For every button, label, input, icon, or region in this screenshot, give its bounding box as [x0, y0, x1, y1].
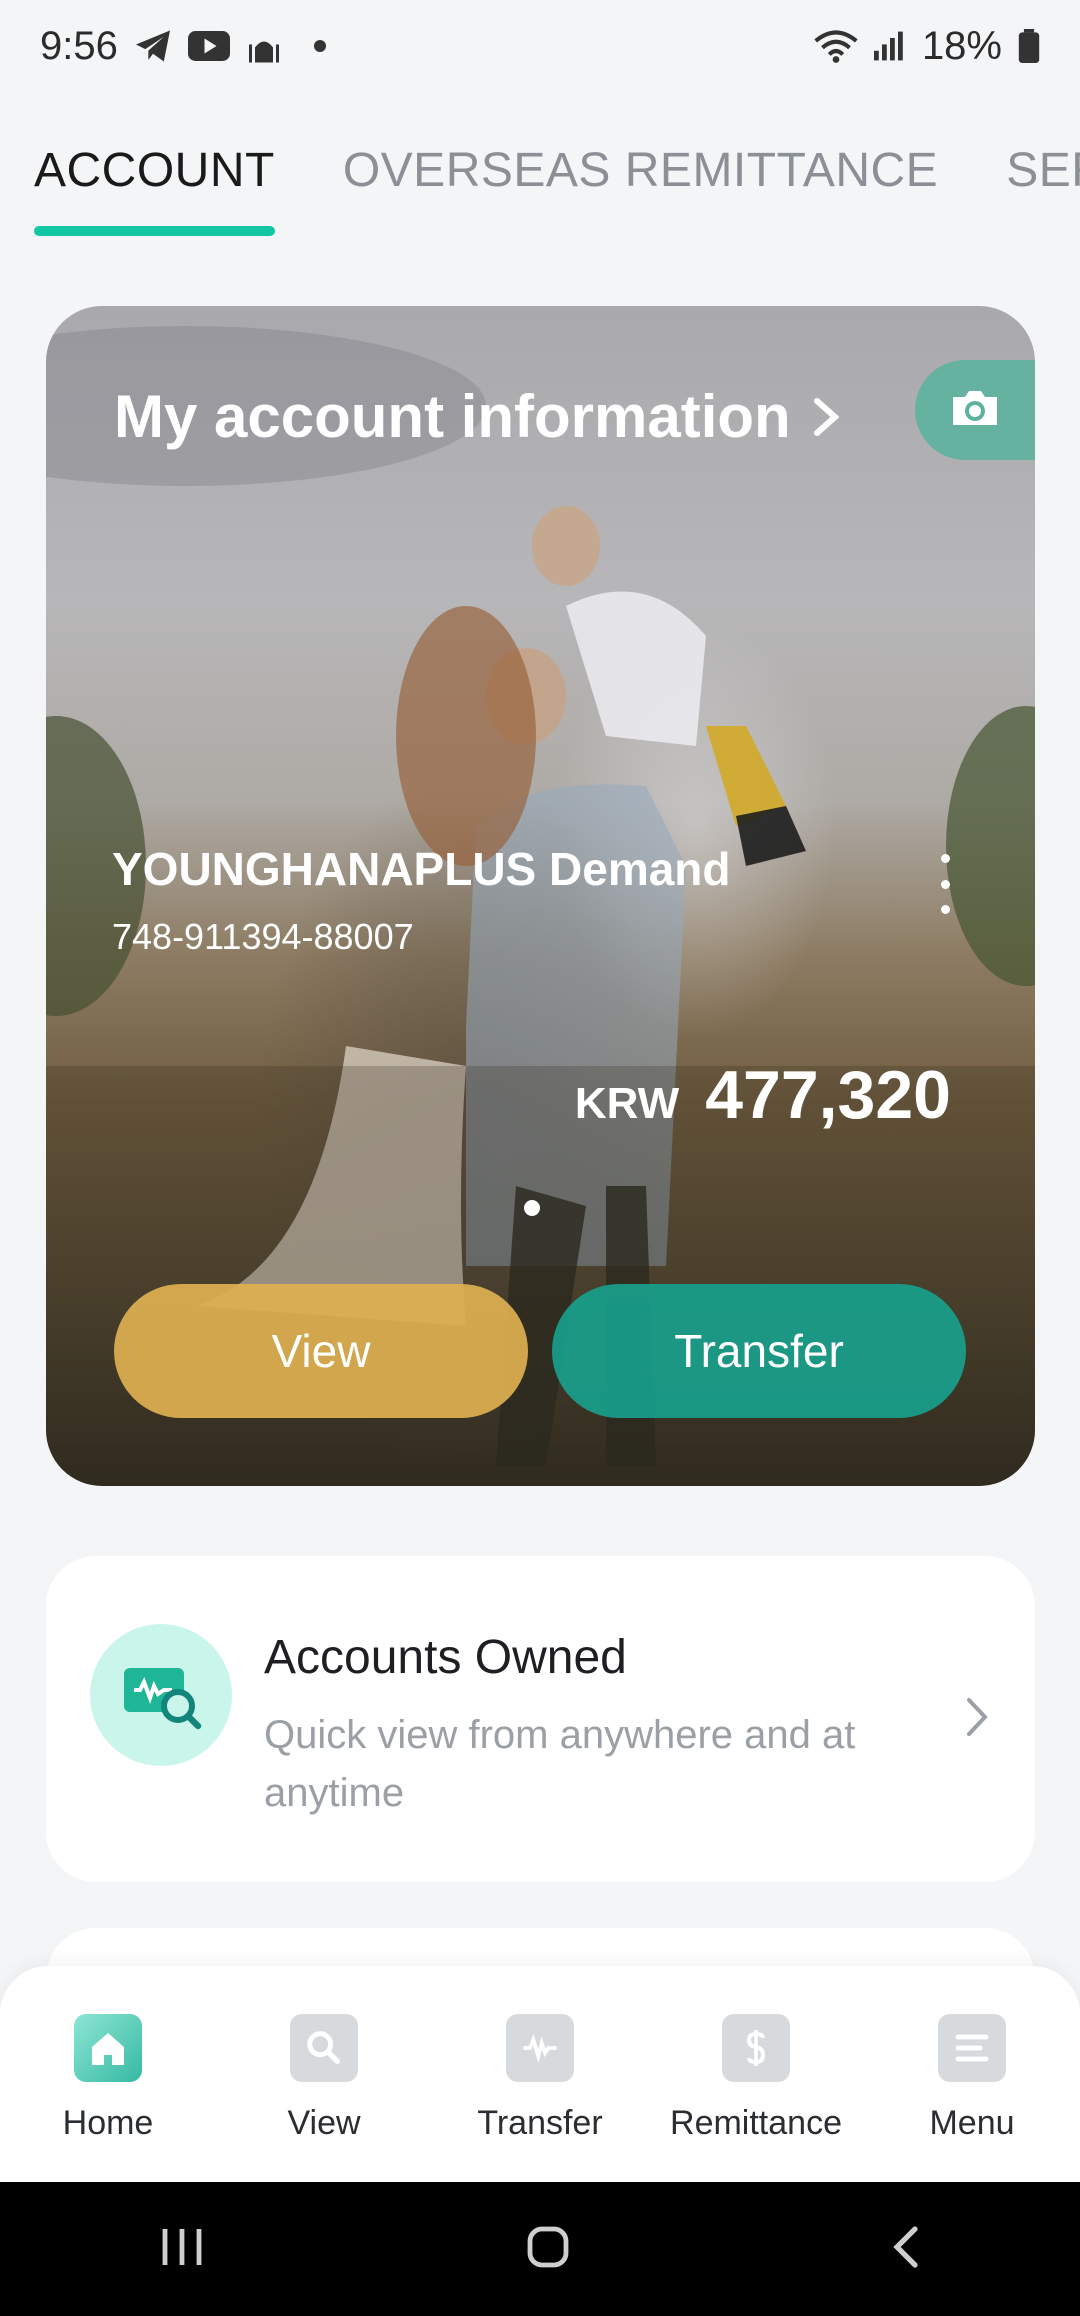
status-left: 9:56 [40, 24, 326, 69]
menu-icon [938, 2014, 1006, 2082]
system-navigation-bar [0, 2182, 1080, 2316]
nav-home[interactable]: Home [8, 2014, 208, 2182]
camera-icon [949, 387, 1001, 434]
tab-service[interactable]: SERVICE [1006, 130, 1080, 238]
nav-remittance-label: Remittance [670, 2104, 842, 2142]
carousel-indicator [524, 1200, 540, 1216]
nav-home-label: Home [62, 2104, 154, 2142]
status-bar: 9:56 18% [0, 0, 1080, 92]
account-info-link[interactable]: My account information [114, 382, 840, 451]
youtube-icon [187, 31, 230, 61]
notification-dot [313, 40, 326, 52]
home-icon [74, 2014, 142, 2082]
account-number: 748-911394-88007 [112, 916, 414, 957]
battery-icon [1018, 29, 1040, 63]
accounts-search-icon [90, 1624, 232, 1766]
camera-button[interactable] [915, 360, 1035, 460]
nav-menu[interactable]: Menu [872, 2014, 1072, 2182]
tab-overseas-remittance[interactable]: OVERSEAS REMITTANCE [343, 130, 938, 238]
nav-menu-label: Menu [929, 2104, 1015, 2142]
balance: KRW 477,320 [575, 1056, 951, 1134]
bottom-navigation: Home View Transfer Remittance Menu [0, 1966, 1080, 2182]
account-hero-card: My account information YOUNGHANAPLUS Dem… [46, 306, 1035, 1486]
recent-apps-icon[interactable] [159, 2225, 205, 2274]
tab-account[interactable]: ACCOUNT [34, 130, 275, 238]
signal-icon [873, 31, 906, 61]
nav-remittance[interactable]: Remittance [656, 2014, 856, 2182]
chevron-right-icon [965, 1696, 989, 1743]
top-tabs: ACCOUNT OVERSEAS REMITTANCE SERVICE [0, 130, 1080, 240]
wifi-icon [814, 29, 858, 63]
view-button[interactable]: View [114, 1284, 528, 1418]
balance-amount: 477,320 [705, 1057, 951, 1133]
hero-title: My account information [114, 383, 791, 450]
account-name: YOUNGHANAPLUS Demand [112, 843, 731, 895]
nav-view-label: View [287, 2104, 361, 2142]
transfer-button[interactable]: Transfer [552, 1284, 966, 1418]
accounts-owned-card[interactable]: Accounts Owned Quick view from anywhere … [46, 1556, 1035, 1882]
mosque-icon [246, 29, 282, 63]
nav-view[interactable]: View [224, 2014, 424, 2182]
dollar-icon [722, 2014, 790, 2082]
home-button-icon[interactable] [524, 2223, 572, 2276]
chevron-right-icon [813, 382, 840, 451]
balance-currency: KRW [574, 1079, 680, 1128]
back-icon[interactable] [891, 2223, 921, 2276]
battery-percent: 18% [921, 23, 1002, 68]
accounts-owned-title: Accounts Owned [264, 1631, 627, 1684]
nav-transfer-label: Transfer [477, 2104, 603, 2142]
search-icon [290, 2014, 358, 2082]
more-options-icon[interactable] [935, 854, 955, 914]
accounts-owned-subtitle: Quick view from anywhere and at anytime [264, 1713, 856, 1815]
telegram-icon [134, 29, 172, 63]
clock: 9:56 [40, 23, 118, 68]
won-icon [506, 2014, 574, 2082]
status-right: 18% [814, 24, 1040, 69]
nav-transfer[interactable]: Transfer [440, 2014, 640, 2182]
